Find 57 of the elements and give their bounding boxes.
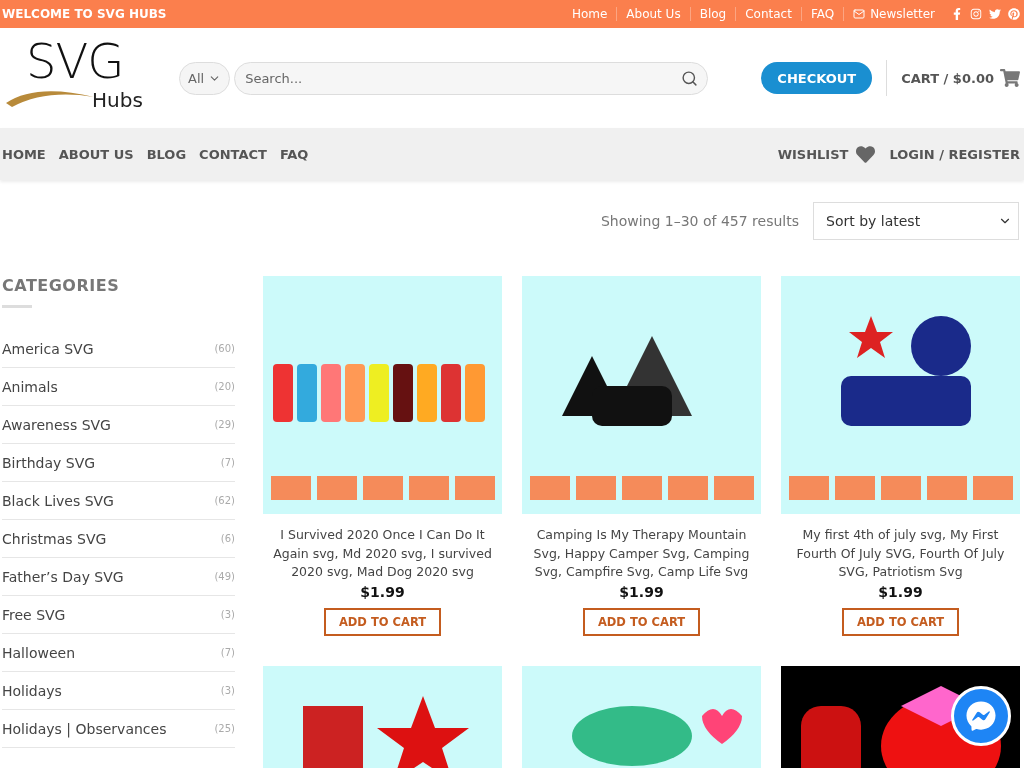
category-link[interactable]: Christmas SVG [2, 530, 107, 547]
category-link[interactable]: Holidays | Observances [2, 720, 167, 737]
product-title[interactable]: Camping Is My Therapy Mountain Svg, Happy Camper Svg, Camping Svg, Campfire Svg, Camp Life Svg [522, 526, 761, 582]
search-icon[interactable] [681, 69, 699, 87]
add-to-cart-button[interactable]: ADD TO CART [323, 607, 442, 636]
add-to-cart-button[interactable]: ADD TO CART [582, 607, 701, 636]
category-count: (29) [214, 419, 235, 430]
category-link[interactable]: Holidays [2, 682, 62, 699]
category-link[interactable]: Animals [2, 378, 58, 395]
category-count: (25) [214, 723, 235, 734]
category-count: (3) [220, 685, 235, 696]
category-link[interactable]: Halloween [2, 644, 75, 661]
product-title[interactable]: I Survived 2020 Once I Can Do It Again svg, Md 2020 svg, I survived 2020 svg, Mad Dog 2020 svg [263, 526, 502, 582]
wishlist-link[interactable]: WISHLIST [777, 146, 849, 162]
welcome-text: WELCOME TO SVG HUBS [2, 7, 167, 21]
facebook-icon[interactable] [951, 8, 963, 20]
mail-icon [853, 8, 866, 20]
instagram-icon[interactable] [970, 8, 982, 20]
category-link[interactable]: Awareness SVG [2, 416, 111, 433]
category-link[interactable]: America SVG [2, 340, 94, 357]
category-count: (62) [214, 495, 235, 506]
nav-link[interactable]: HOME [2, 146, 46, 162]
sidebar-title: CATEGORIES [2, 276, 121, 295]
nav-link[interactable]: FAQ [279, 146, 309, 162]
cart-link[interactable]: CART / $0.00 [901, 70, 994, 86]
category-count: (6) [220, 533, 235, 544]
category-count: (7) [220, 647, 235, 658]
messenger-icon [966, 701, 996, 731]
category-count: (20) [214, 381, 235, 392]
logo-subtext[interactable]: Hubs [92, 89, 154, 111]
product-price: $1.99 [878, 583, 923, 600]
category-select[interactable]: All [179, 61, 231, 95]
cart-icon[interactable] [1000, 68, 1020, 88]
heart-icon[interactable] [856, 144, 876, 164]
login-link[interactable]: LOGIN / REGISTER [889, 146, 1020, 162]
nav-link[interactable]: BLOG [146, 146, 187, 162]
product-price: $1.99 [360, 583, 405, 600]
category-link[interactable]: Black Lives SVG [2, 492, 114, 509]
category-count: (7) [220, 457, 235, 468]
nav-link[interactable]: CONTACT [199, 146, 267, 162]
product-price: $1.99 [619, 583, 664, 600]
category-link[interactable]: Free SVG [2, 606, 66, 623]
category-count: (49) [214, 571, 235, 582]
results-count: Showing 1–30 of 457 results [600, 213, 799, 229]
search-field[interactable]: Search... [234, 61, 709, 95]
category-link[interactable]: Father’s Day SVG [2, 568, 124, 585]
add-to-cart-button[interactable]: ADD TO CART [841, 607, 960, 636]
nav-link[interactable]: ABOUT US [58, 146, 134, 162]
twitter-icon[interactable] [989, 8, 1001, 20]
sort-select[interactable]: Sort by latest [813, 202, 1019, 240]
category-link[interactable]: Birthday SVG [2, 454, 96, 471]
pinterest-icon[interactable] [1008, 8, 1020, 20]
category-count: (3) [220, 609, 235, 620]
product-title[interactable]: My first 4th of july svg, My First Fourth Of July SVG, Fourth Of July SVG, Patriotism Svg [781, 526, 1020, 582]
checkout-button[interactable]: CHECKOUT [761, 62, 873, 94]
category-count: (60) [214, 343, 235, 354]
logo-text[interactable]: SVG [26, 33, 154, 89]
